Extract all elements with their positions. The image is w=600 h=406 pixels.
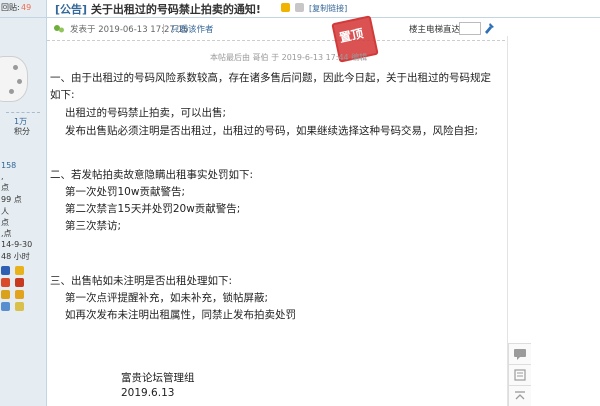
medal-icon[interactable] [15, 302, 24, 311]
signature-name: 富贵论坛管理组 [121, 372, 195, 384]
post-paragraph: 一、由于出租过的号码风险系数较高，存在诸多售后问题，因此今日起，关于出租过的号码… [50, 72, 491, 84]
user-info-line: 人 [1, 207, 9, 216]
go-floor-icon[interactable] [483, 22, 495, 35]
post-paragraph: 如下: [50, 89, 75, 101]
post-paragraph: 二、若发帖拍卖故意隐瞒出租事实处罚如下: [50, 169, 254, 181]
post-paragraph: 第一次点评提醒补充，如未补充，锁帖屏蔽; [65, 292, 269, 304]
comment-icon [514, 349, 526, 360]
user-info-line: 14-9-30 [1, 240, 33, 249]
user-info-line: 158 [1, 161, 17, 170]
online-status-icon [54, 25, 64, 33]
user-info-line: 48 小时 [1, 252, 30, 261]
user-info-line: 点 [1, 218, 9, 227]
forum-thread-page: 回贴: 49 1万 积分 158 , 点 99 点 人 点 ,点 14-9-30… [0, 0, 600, 406]
sticky-stamp-text: 置顶 [338, 26, 365, 46]
author-only-link[interactable]: 只看该作者 [171, 23, 214, 35]
user-stat-label: 积分 [14, 127, 30, 136]
user-info-line: , [1, 172, 4, 181]
user-info-line: 点 [1, 183, 9, 192]
meta-divider [163, 24, 164, 34]
medal-icon[interactable] [15, 290, 24, 299]
post-paragraph: 出租过的号码禁止拍卖，可以出售; [65, 107, 227, 119]
avatar[interactable] [0, 56, 28, 102]
user-info-line: ,点 [1, 229, 12, 238]
medal-icon[interactable] [1, 302, 10, 311]
edit-note: 本帖最后由 哥伯 于 2019-6-13 17:44 编辑 [210, 53, 368, 62]
floor-label: 楼主 [409, 25, 427, 35]
thread-list-button[interactable] [508, 364, 531, 386]
avatar-decoration [9, 89, 14, 94]
user-info-divider [6, 112, 40, 113]
avatar-decoration [13, 65, 18, 70]
jump-to-floor-label: 电梯直达 [426, 25, 461, 35]
thread-type-prefix[interactable]: [公告] [55, 3, 87, 16]
back-to-top-icon [515, 391, 525, 400]
hot-thread-icon [281, 3, 290, 12]
medal-icon[interactable] [1, 266, 10, 275]
thread-title-text: 关于出租过的号码禁止拍卖的通知! [90, 3, 261, 16]
medal-icon[interactable] [15, 266, 24, 275]
thread-title: [公告] 关于出租过的号码禁止拍卖的通知! [55, 1, 261, 17]
post-paragraph: 第二次禁言15天并处罚20w贡献警告; [65, 203, 241, 215]
avatar-decoration [17, 79, 22, 84]
user-info-top-strip: 回贴: 49 [0, 0, 46, 18]
post-paragraph: 第三次禁访; [65, 220, 122, 232]
user-replies-value: 49 [21, 3, 32, 12]
user-stat-box[interactable]: 1万 积分 [14, 114, 32, 136]
medal-icon[interactable] [1, 278, 10, 287]
medal-icon[interactable] [15, 278, 24, 287]
post-paragraph: 发布出售贴必须注明是否出租过，出租过的号码，如果继续选择这种号码交易，风险自担; [65, 125, 479, 137]
post-paragraph: 如再次发布未注明出租属性，同禁止发布拍卖处罚 [65, 309, 296, 321]
user-info-panel: 回贴: 49 1万 积分 158 , 点 99 点 人 点 ,点 14-9-30… [0, 0, 47, 406]
back-to-top-button[interactable] [508, 385, 531, 406]
attachment-icon [295, 3, 304, 12]
user-info-line: 99 点 [1, 195, 22, 204]
medal-icon[interactable] [1, 290, 10, 299]
copy-link-button[interactable]: [复制链接] [309, 3, 347, 14]
thread-title-bar: [公告] 关于出租过的号码禁止拍卖的通知! [复制链接] [47, 0, 600, 18]
right-rail [507, 36, 600, 406]
user-replies-label: 回贴: [1, 3, 20, 12]
jump-floor-input[interactable] [459, 22, 481, 35]
post-paragraph: 三、出售帖如未注明是否出租处理如下: [50, 275, 233, 287]
signature-date: 2019.6.13 [121, 387, 175, 399]
post-paragraph: 第一次处罚10w贡献警告; [65, 186, 185, 198]
list-icon [514, 369, 526, 381]
reply-comment-button[interactable] [508, 343, 531, 365]
